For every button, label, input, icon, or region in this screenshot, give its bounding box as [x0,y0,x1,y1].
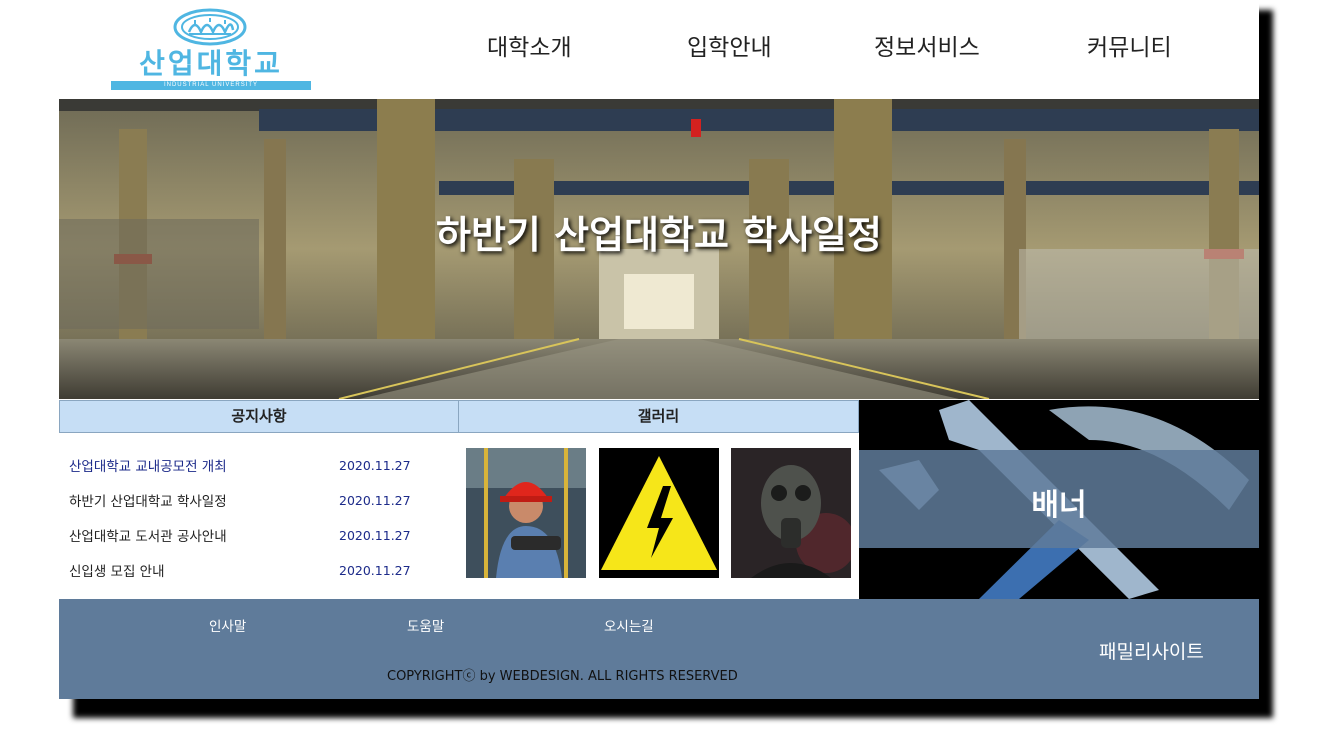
logo-text: 산업대학교 [139,47,283,80]
gallery-thumb-worker[interactable] [466,448,586,578]
worker-photo-icon [466,448,586,578]
family-site-link[interactable]: 패밀리사이트 [1099,637,1204,664]
notice-date: 2020.11.27 [339,458,411,473]
high-voltage-icon [599,448,719,578]
main-nav: 대학소개 입학안내 정보서비스 커뮤니티 [439,28,1239,68]
nav-item-admission[interactable]: 입학안내 [687,28,772,62]
tab-notices[interactable]: 공지사항 [59,400,459,433]
gas-mask-photo-icon [731,448,851,578]
footer-link-greeting[interactable]: 인사말 [209,615,246,635]
hero-title: 하반기 산업대학교 학사일정 [436,213,882,257]
notice-title[interactable]: 신입생 모집 안내 [69,560,165,580]
notice-date: 2020.11.27 [339,493,411,508]
notice-date: 2020.11.27 [339,563,411,578]
list-item[interactable]: 하반기 산업대학교 학사일정 2020.11.27 [69,490,449,514]
promo-banner[interactable]: 배너 [859,400,1259,599]
site-footer: 인사말 도움말 오시는길 COPYRIGHTⓒ by WEBDESIGN. AL… [59,599,1259,699]
gallery-thumb-gasmask[interactable] [731,448,851,578]
logo-emblem-icon [173,8,247,46]
banner-label: 배너 [1031,488,1087,523]
hero-slide[interactable]: 하반기 산업대학교 학사일정 [59,99,1259,399]
nav-item-community[interactable]: 커뮤니티 [1087,28,1172,62]
list-item[interactable]: 산업대학교 교내공모전 개최 2020.11.27 [69,455,449,479]
gallery-thumb-voltage[interactable] [599,448,719,578]
list-item[interactable]: 신입생 모집 안내 2020.11.27 [69,560,449,584]
notice-title[interactable]: 산업대학교 교내공모전 개최 [69,455,227,475]
nav-item-about[interactable]: 대학소개 [487,28,572,62]
university-logo[interactable]: 산업대학교 INDUSTRIAL UNIVERSITY [109,8,313,92]
notice-title[interactable]: 하반기 산업대학교 학사일정 [69,490,227,510]
site-header: 산업대학교 INDUSTRIAL UNIVERSITY 대학소개 입학안내 정보… [59,0,1259,99]
page-container: 산업대학교 INDUSTRIAL UNIVERSITY 대학소개 입학안내 정보… [59,0,1259,699]
logo-subtext: INDUSTRIAL UNIVERSITY [111,81,311,90]
footer-link-directions[interactable]: 오시는길 [604,615,654,635]
copyright-text: COPYRIGHTⓒ by WEBDESIGN. ALL RIGHTS RESE… [387,669,738,684]
tab-gallery[interactable]: 갤러리 [458,400,859,433]
footer-link-help[interactable]: 도움말 [407,615,444,635]
nav-item-info-service[interactable]: 정보서비스 [874,28,980,62]
list-item[interactable]: 산업대학교 도서관 공사안내 2020.11.27 [69,525,449,549]
notice-title[interactable]: 산업대학교 도서관 공사안내 [69,525,227,545]
notice-date: 2020.11.27 [339,528,411,543]
